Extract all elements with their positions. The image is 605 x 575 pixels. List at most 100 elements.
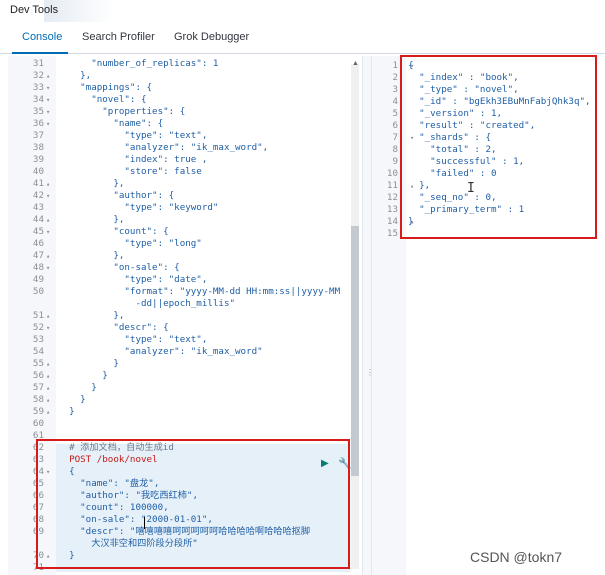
line-text: }, [58,310,125,321]
fold-toggle-icon[interactable]: ▾ [46,226,50,238]
line-number: 44 [32,214,44,225]
code-line: 31 "number_of_replicas": 1 [8,58,362,70]
fold-toggle-icon[interactable]: ▾ [46,262,50,274]
line-number: 48 [32,262,44,273]
line-text: "on-sale": { [58,262,180,273]
code-line: 46 "type": "long" [8,238,362,250]
line-number: 40 [32,166,44,177]
line-number: 10 [386,168,398,179]
code-line: 33 ▾ "mappings": { [8,82,362,94]
line-text: "analyzer": "ik_max_word" [58,346,263,357]
fold-toggle-icon[interactable]: ▴ [46,178,50,190]
line-number: 3 [392,84,398,95]
line-text: "mappings": { [58,82,153,93]
code-line: 48 ▾ "on-sale": { [8,262,362,274]
editor-caret [144,517,145,529]
code-line: 49 "type": "date", [8,274,362,286]
fold-toggle-icon[interactable]: ▴ [46,70,50,82]
line-text: -dd||epoch_millis" [58,298,236,309]
code-line: 60 [8,418,362,430]
editor-scroll-thumb[interactable] [351,226,359,476]
window-titlebar: Dev Tools [0,0,605,22]
line-number: 51 [32,310,44,321]
tab-console[interactable]: Console [22,31,62,43]
line-number: 45 [32,226,44,237]
line-number: 59 [32,406,44,417]
line-text: "type": "date", [58,274,208,285]
fold-toggle-icon[interactable]: ▴ [46,310,50,322]
line-number: 15 [386,228,398,239]
line-number: 52 [32,322,44,333]
code-line: 40 "store": false [8,166,362,178]
line-text: "type": "text", [58,130,208,141]
fold-toggle-icon[interactable]: ▾ [46,190,50,202]
code-line: 51 ▴ }, [8,310,362,322]
line-number: 43 [32,202,44,213]
line-number: 38 [32,142,44,153]
code-line: 55 ▴ } [8,358,362,370]
line-text: } [58,358,119,369]
tab-search-profiler[interactable]: Search Profiler [82,31,155,43]
line-text: } [58,382,97,393]
line-number: 46 [32,238,44,249]
fold-toggle-icon[interactable]: ▾ [46,106,50,118]
panel-divider[interactable]: ⋮ [362,56,374,575]
code-line: 41 ▴ }, [8,178,362,190]
line-text: "store": false [58,166,202,177]
fold-toggle-icon[interactable]: ▾ [46,118,50,130]
fold-toggle-icon[interactable]: ▾ [46,82,50,94]
line-number: 14 [386,216,398,227]
line-number: 53 [32,334,44,345]
line-number: 47 [32,250,44,261]
line-number: 58 [32,394,44,405]
code-line: 58 ▴ } [8,394,362,406]
watermark: CSDN @tokn7 [470,549,563,565]
line-number: 34 [32,94,44,105]
code-line: 42 ▾ "author": { [8,190,362,202]
fold-toggle-icon[interactable]: ▴ [46,214,50,226]
fold-toggle-icon[interactable]: ▴ [46,406,50,418]
fold-toggle-icon[interactable]: ▴ [46,250,50,262]
line-text: "name": { [58,118,164,129]
annotation-box-request [36,439,350,569]
fold-toggle-icon[interactable]: ▾ [46,322,50,334]
code-line: 45 ▾ "count": { [8,226,362,238]
line-text: "analyzer": "ik_max_word", [58,142,269,153]
line-text: }, [58,214,125,225]
line-number: 12 [386,192,398,203]
fold-toggle-icon[interactable]: ▴ [46,370,50,382]
line-text: "type": "text", [58,334,208,345]
fold-toggle-icon[interactable]: ▴ [46,382,50,394]
fold-toggle-icon[interactable]: ▴ [46,394,50,406]
line-number: 2 [392,72,398,83]
line-text: }, [58,178,125,189]
line-text: "author": { [58,190,175,201]
code-line: 52 ▾ "descr": { [8,322,362,334]
line-text: "descr": { [58,322,169,333]
code-line: 37 "type": "text", [8,130,362,142]
code-line: 34 ▾ "novel": { [8,94,362,106]
tab-grok-debugger[interactable]: Grok Debugger [174,31,249,43]
line-number: 42 [32,190,44,201]
line-number: 60 [32,418,44,429]
code-line: 53 "type": "text", [8,334,362,346]
code-line: 50 "format": "yyyy-MM-dd HH:mm:ss||yyyy-… [8,286,362,298]
line-number: 37 [32,130,44,141]
line-number: 35 [32,106,44,117]
line-number: 50 [32,286,44,297]
fold-toggle-icon[interactable]: ▴ [46,358,50,370]
code-line: 35 ▾ "properties": { [8,106,362,118]
line-number: 5 [392,108,398,119]
line-text: "properties": { [58,106,186,117]
window-title: Dev Tools [10,4,59,16]
text-cursor-icon: I [467,181,475,196]
code-line: 32 ▴ }, [8,70,362,82]
code-line: 57 ▴ } [8,382,362,394]
line-number: 49 [32,274,44,285]
line-number: 54 [32,346,44,357]
line-text: } [58,370,108,381]
line-text: }, [58,70,92,81]
line-number: 32 [32,70,44,81]
scroll-up-icon[interactable]: ▲ [352,60,359,67]
fold-toggle-icon[interactable]: ▾ [46,94,50,106]
